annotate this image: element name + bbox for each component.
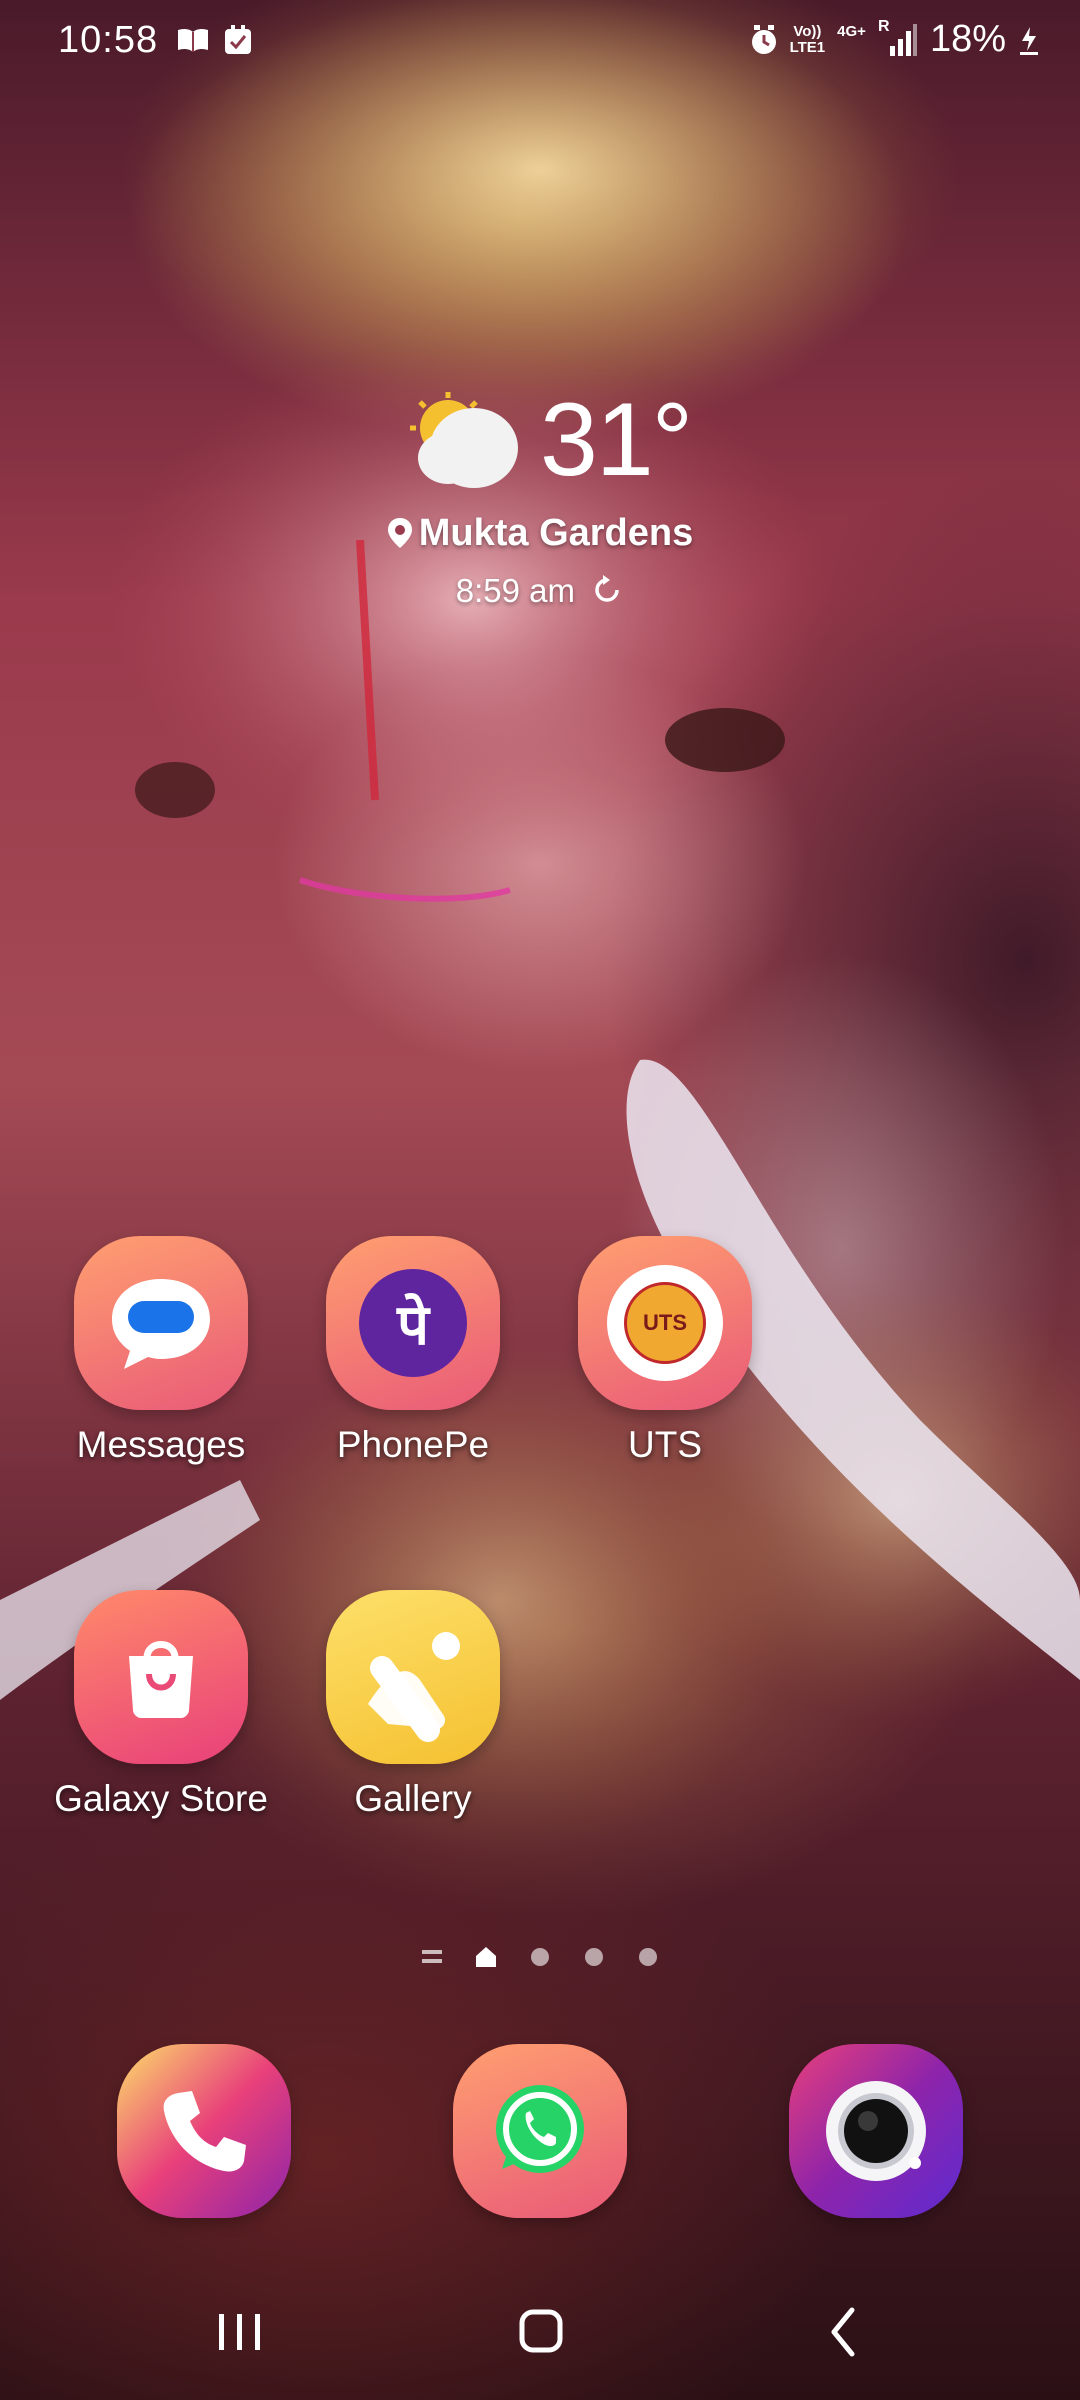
uts-icon: UTS: [578, 1236, 752, 1410]
page-indicator: [0, 1942, 1080, 1972]
status-time: 10:58: [58, 18, 159, 61]
lte-text: LTE1: [789, 38, 826, 56]
weather-updated: 8:59 am: [0, 572, 1080, 610]
phone-icon: [117, 2044, 291, 2218]
checkbox-icon: [225, 25, 252, 54]
app-galaxy-store[interactable]: Galaxy Store: [51, 1590, 271, 1820]
app-label: Messages: [76, 1424, 246, 1465]
alarm-icon: [751, 24, 776, 54]
phonepe-glyph: पे: [397, 1293, 429, 1358]
status-left-icons: [176, 25, 252, 55]
app-label: Galaxy Store: [54, 1778, 268, 1819]
whatsapp-icon: [453, 2044, 627, 2218]
app-label: Gallery: [354, 1778, 472, 1819]
app-label: UTS: [628, 1424, 702, 1465]
weather-temperature: 31°: [540, 382, 693, 498]
weather-location-text: Mukta Gardens: [418, 512, 694, 554]
signal-icon: R: [878, 18, 918, 58]
shopping-bag-icon: [74, 1590, 248, 1764]
messages-icon: [74, 1236, 248, 1410]
page-dot[interactable]: [531, 1948, 549, 1966]
wallpaper-image: [0, 0, 1080, 1860]
network-type-text: 4G+: [837, 22, 866, 40]
partly-sunny-icon: [410, 392, 518, 488]
uts-glyph: UTS: [643, 1310, 687, 1335]
network-label: Vo)) LTE1: [789, 22, 826, 56]
weather-updated-text: 8:59 am: [455, 572, 576, 609]
home-icon[interactable]: [519, 2309, 563, 2353]
weather-location: Mukta Gardens: [0, 512, 1080, 555]
refresh-icon[interactable]: [590, 573, 624, 607]
dock-whatsapp[interactable]: [430, 2044, 650, 2218]
app-label: PhonePe: [336, 1424, 490, 1465]
location-pin-icon: [387, 518, 412, 548]
status-right: Vo)) LTE1 4G+ R 18%: [750, 18, 1040, 61]
book-icon: [178, 28, 209, 52]
app-uts[interactable]: UTS UTS: [555, 1236, 775, 1466]
status-bar: 10:58 Vo)) LTE1 4G+ R 18%: [0, 0, 1080, 80]
app-phonepe[interactable]: पे PhonePe: [303, 1236, 523, 1466]
page-dot[interactable]: [585, 1948, 603, 1966]
page-dot[interactable]: [639, 1948, 657, 1966]
app-messages[interactable]: Messages: [51, 1236, 271, 1466]
battery-charging-icon: [1020, 26, 1038, 55]
app-gallery[interactable]: Gallery: [303, 1590, 523, 1820]
battery-percent: 18%: [929, 18, 1006, 60]
home-icon[interactable]: [476, 1947, 496, 1967]
camera-icon: [789, 2044, 963, 2218]
menu-icon[interactable]: [422, 1950, 442, 1963]
network-type-label: 4G+: [837, 22, 866, 56]
volte-text: Vo)): [793, 22, 822, 40]
back-icon[interactable]: [831, 2307, 855, 2357]
gallery-icon: [326, 1590, 500, 1764]
dock-camera[interactable]: [766, 2044, 986, 2218]
dock-phone[interactable]: [94, 2044, 314, 2218]
recents-icon[interactable]: [219, 2314, 260, 2350]
phonepe-icon: पे: [326, 1236, 500, 1410]
navigation-bar: [0, 2290, 1080, 2370]
